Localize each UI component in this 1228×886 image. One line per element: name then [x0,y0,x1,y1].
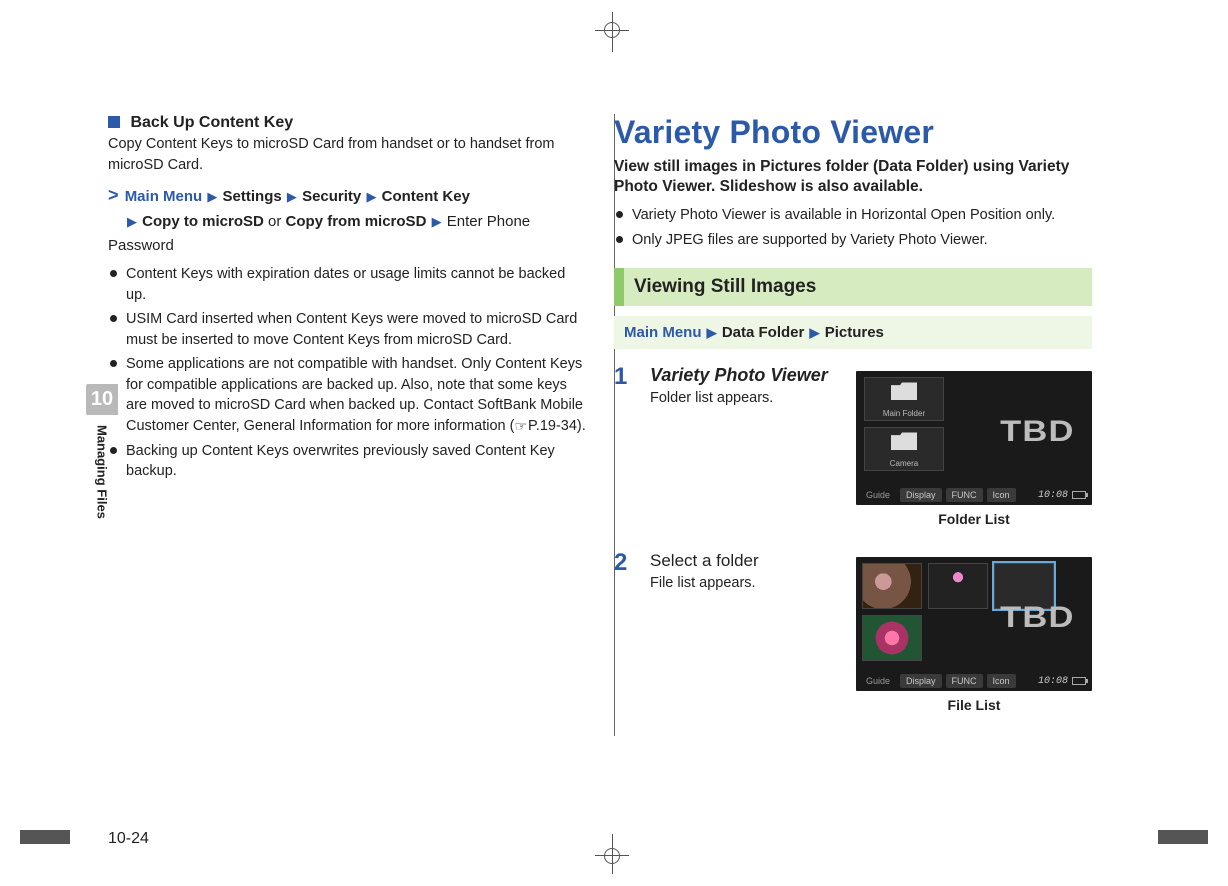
softkey: Icon [987,488,1016,502]
screenshot-caption: File List [856,697,1092,713]
bc-start: Main Menu [624,324,702,341]
battery-icon [1072,491,1086,499]
step-body: Select a folder File list appears. TBD G… [650,551,1092,713]
step-number: 1 [614,365,636,527]
folder-icon [891,432,917,450]
bc-item: Security [302,188,361,205]
list-item: Only JPEG files are supported by Variety… [614,230,1092,251]
step-number: 2 [614,551,636,713]
tbd-watermark: TBD [1000,415,1074,449]
chevron-right-icon: ▶ [810,325,820,341]
chevron-right-icon: ▶ [287,187,297,208]
page: 10 Managing Files Back Up Content Key Co… [108,114,1120,836]
bc-option: Copy to microSD [142,213,264,230]
square-bullet-icon [108,116,120,128]
softkey-bar: Guide Display FUNC Icon 10:08 [856,485,1092,505]
thumbnail [862,615,922,661]
phone-screen-file: TBD Guide Display FUNC Icon 10:08 [856,557,1092,691]
subheading-row: Back Up Content Key [108,114,586,132]
folder-label: Main Folder [865,409,943,418]
chevron-right-icon: ▶ [127,212,137,233]
intro-text: Copy Content Keys to microSD Card from h… [108,134,586,175]
step: 2 Select a folder File list appears. TBD [614,551,1092,713]
phone-screen-folder: Main Folder Camera TBD Guide Display FUN… [856,371,1092,505]
bc-item: Pictures [825,324,884,341]
bc-or: or [268,213,281,230]
right-column: Variety Photo Viewer View still images i… [614,114,1120,836]
step-body: Variety Photo Viewer Folder list appears… [650,365,1092,527]
folder-icon [891,382,917,400]
title-notes: Variety Photo Viewer is available in Hor… [614,205,1092,250]
step-heading: Select a folder [650,551,840,571]
bc-option: Copy from microSD [286,213,427,230]
step-desc: Folder list appears. [650,390,840,406]
cropmark-circle [604,22,620,38]
softkey: Icon [987,674,1016,688]
step-desc: File list appears. [650,575,840,591]
thumbnail [928,563,988,609]
page-title: Variety Photo Viewer [614,114,1092,151]
cropmark-circle [604,848,620,864]
softkey: Display [900,674,942,688]
bc-start: Main Menu [125,188,203,205]
battery-icon [1072,677,1086,685]
softkey-bar: Guide Display FUNC Icon 10:08 [856,671,1092,691]
chevron-right-icon: ▶ [432,212,442,233]
list-item-text: Some applications are not compatible wit… [126,356,586,434]
chevron-right-icon: ▶ [207,187,217,208]
list-item: USIM Card inserted when Content Keys wer… [108,309,586,350]
softkey: Guide [860,674,896,688]
list-item: Some applications are not compatible wit… [108,354,586,436]
folder-label: Camera [865,459,943,468]
cropmark-side [20,830,70,844]
subheading: Back Up Content Key [130,114,293,131]
screenshot: Main Folder Camera TBD Guide Display FUN… [856,371,1092,527]
softkey: Guide [860,488,896,502]
folder-tile: Camera [864,427,944,471]
section-heading: Viewing Still Images [614,268,1092,306]
clock: 10:08 [1038,490,1068,501]
pointer-icon: ☞ [514,417,527,437]
menu-path: > Main Menu ▶ Settings ▶ Security ▶ Cont… [108,181,586,258]
page-subtitle: View still images in Pictures folder (Da… [614,157,1092,197]
chevron-right-icon: ▶ [366,187,376,208]
page-ref: P.19-34 [528,418,577,434]
step-heading: Variety Photo Viewer [650,365,840,386]
cropmark-side [1158,830,1208,844]
list-item: Content Keys with expiration dates or us… [108,264,586,305]
breadcrumb-start-icon: > [108,185,119,205]
list-item: Variety Photo Viewer is available in Hor… [614,205,1092,226]
list-item: Backing up Content Keys overwrites previ… [108,441,586,482]
folder-tile: Main Folder [864,377,944,421]
softkey: FUNC [946,488,983,502]
notes-list: Content Keys with expiration dates or us… [108,264,586,482]
tbd-watermark: TBD [1000,601,1074,635]
chevron-right-icon: ▶ [707,325,717,341]
bc-item: Settings [223,188,282,205]
screenshot-caption: Folder List [856,511,1092,527]
softkey: FUNC [946,674,983,688]
bc-item: Content Key [382,188,470,205]
clock: 10:08 [1038,676,1068,687]
page-number: 10-24 [108,830,149,848]
step: 1 Variety Photo Viewer Folder list appea… [614,365,1092,527]
left-column: Back Up Content Key Copy Content Keys to… [108,114,614,836]
bc-item: Data Folder [722,324,805,341]
screenshot: TBD Guide Display FUNC Icon 10:08 File L… [856,557,1092,713]
thumbnail [862,563,922,609]
softkey: Display [900,488,942,502]
menu-path-bar: Main Menu ▶ Data Folder ▶ Pictures [614,316,1092,349]
